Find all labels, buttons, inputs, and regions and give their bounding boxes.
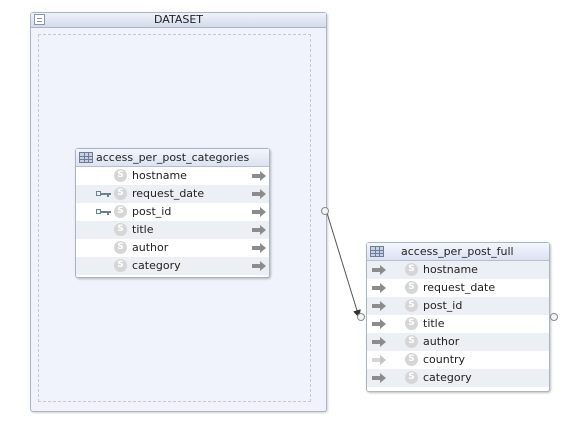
mapping-arrow-icon[interactable]: [252, 189, 266, 199]
string-type-icon: S: [114, 187, 127, 200]
mapping-arrow-icon[interactable]: [252, 261, 266, 271]
table-row[interactable]: Sauthor: [367, 333, 549, 351]
table-row[interactable]: Stitle: [76, 221, 269, 239]
target-table-header[interactable]: access_per_post_full: [367, 243, 549, 261]
string-type-icon: S: [405, 281, 418, 294]
string-type-icon: S: [405, 335, 418, 348]
source-table[interactable]: access_per_post_categories Shostname Sreq…: [75, 148, 270, 278]
string-type-icon: S: [114, 205, 127, 218]
key-icon: [96, 209, 112, 215]
table-icon: [79, 152, 93, 163]
mapping-arrow-icon[interactable]: [252, 225, 266, 235]
column-name: request_date: [132, 187, 205, 200]
target-input-port[interactable]: [357, 313, 365, 321]
key-icon: [96, 191, 112, 197]
string-type-icon: S: [114, 241, 127, 254]
string-type-icon: S: [114, 169, 127, 182]
table-row[interactable]: Sauthor: [76, 239, 269, 257]
string-type-icon: S: [114, 223, 127, 236]
source-column-list: Shostname Srequest_date Spost_id Stitle Saut…: [76, 167, 269, 275]
column-name: hostname: [423, 263, 478, 276]
string-type-icon: S: [405, 299, 418, 312]
mapping-arrow-icon[interactable]: [372, 355, 386, 365]
table-icon: [370, 246, 384, 257]
column-name: country: [423, 353, 466, 366]
column-name: title: [423, 317, 445, 330]
table-row[interactable]: Spost_id: [367, 297, 549, 315]
column-name: title: [132, 223, 154, 236]
column-name: author: [132, 241, 169, 254]
column-name: category: [132, 259, 181, 272]
mapping-arrow-icon[interactable]: [372, 265, 386, 275]
target-output-port[interactable]: [550, 313, 558, 321]
mapping-arrow-icon[interactable]: [252, 171, 266, 181]
string-type-icon: S: [405, 263, 418, 276]
column-name: post_id: [132, 205, 172, 218]
target-column-list: Shostname Srequest_date Spost_id Stitle Saut…: [367, 261, 549, 387]
table-row[interactable]: Spost_id: [76, 203, 269, 221]
table-row[interactable]: Srequest_date: [76, 185, 269, 203]
mapping-arrow-icon[interactable]: [252, 243, 266, 253]
string-type-icon: S: [405, 353, 418, 366]
column-name: hostname: [132, 169, 187, 182]
mapping-arrow-icon[interactable]: [372, 301, 386, 311]
table-row[interactable]: Shostname: [367, 261, 549, 279]
source-table-header[interactable]: access_per_post_categories: [76, 149, 269, 167]
column-name: post_id: [423, 299, 463, 312]
target-table-title: access_per_post_full: [401, 245, 514, 258]
mapping-arrow-icon[interactable]: [372, 319, 386, 329]
mapping-arrow-icon[interactable]: [372, 283, 386, 293]
table-row[interactable]: Shostname: [76, 167, 269, 185]
mapping-arrow-icon[interactable]: [372, 373, 386, 383]
mapping-arrow-icon[interactable]: [252, 207, 266, 217]
table-row[interactable]: Scategory: [367, 369, 549, 387]
string-type-icon: S: [114, 259, 127, 272]
source-table-title: access_per_post_categories: [96, 151, 250, 164]
table-row[interactable]: Srequest_date: [367, 279, 549, 297]
column-name: author: [423, 335, 460, 348]
string-type-icon: S: [405, 317, 418, 330]
target-table[interactable]: access_per_post_full Shostname Srequest_d…: [366, 242, 550, 392]
mapping-arrow-icon[interactable]: [372, 337, 386, 347]
source-output-port[interactable]: [321, 207, 329, 215]
table-row[interactable]: Stitle: [367, 315, 549, 333]
table-row[interactable]: Scategory: [76, 257, 269, 275]
column-name: category: [423, 371, 472, 384]
string-type-icon: S: [405, 371, 418, 384]
column-name: request_date: [423, 281, 496, 294]
table-row[interactable]: Scountry: [367, 351, 549, 369]
